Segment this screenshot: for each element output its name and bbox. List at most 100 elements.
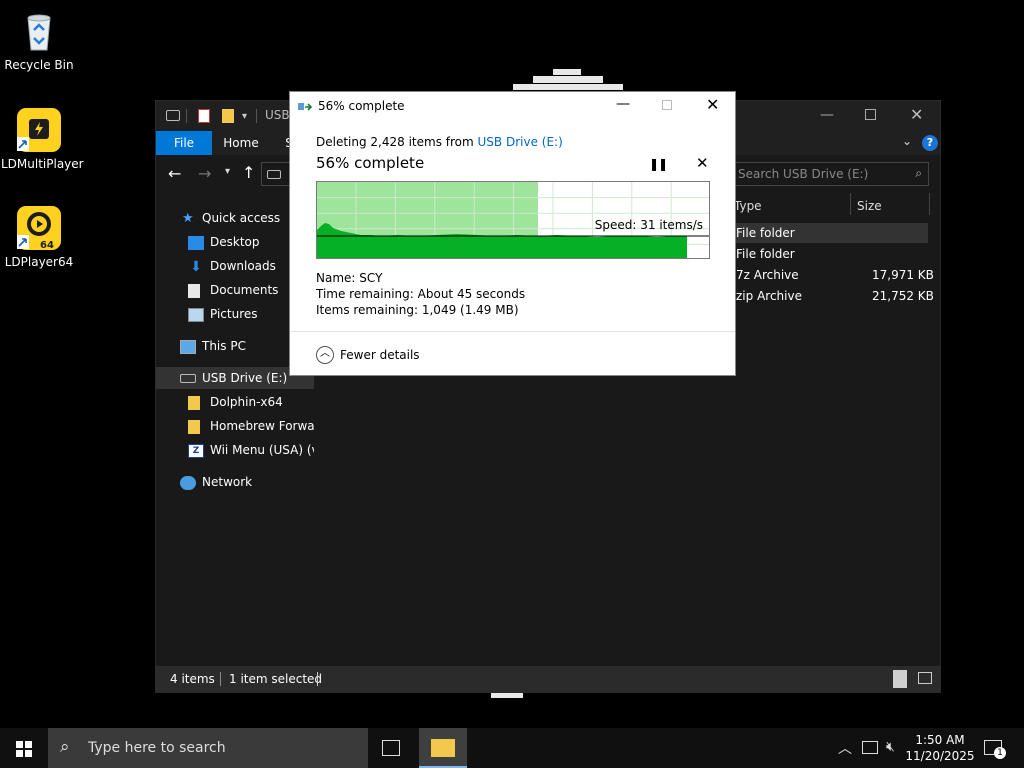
drive-icon <box>267 170 281 179</box>
table-cell-type: 7z Archive <box>736 268 799 282</box>
large-icons-view-icon[interactable] <box>918 672 932 684</box>
minimize-button[interactable]: — <box>616 96 630 112</box>
dialog-title-bar[interactable]: 56% complete — ✕ <box>290 92 735 122</box>
taskbar: ⌕ Type here to search ︿ 🔇︎ 1:50 AM 11/20… <box>0 728 1024 768</box>
nav-item-dolphin[interactable]: Dolphin-x64 <box>188 391 283 413</box>
taskbar-search-box[interactable]: ⌕ Type here to search <box>48 728 368 768</box>
desktop-folder-icon <box>188 235 204 250</box>
items-remaining-value: 1,049 (1.49 MB) <box>421 303 519 317</box>
usb-drive-icon <box>180 374 196 383</box>
maximize-button[interactable] <box>865 109 876 120</box>
maximize-button[interactable] <box>662 100 672 110</box>
show-hidden-icons-chevron-icon[interactable]: ︿ <box>838 738 852 758</box>
nav-label: Homebrew Forwarc <box>210 419 314 433</box>
search-icon: ⌕ <box>915 166 922 180</box>
delete-progress-dialog[interactable]: 56% complete — ✕ Deleting 2,428 items fr… <box>289 91 736 376</box>
close-button[interactable]: ✕ <box>910 105 923 124</box>
table-cell-type: File folder <box>736 247 795 261</box>
taskbar-search-placeholder: Type here to search <box>88 740 226 756</box>
file-operation-icon <box>298 101 313 113</box>
column-divider <box>850 193 851 215</box>
nav-item-documents[interactable]: Documents <box>188 279 278 301</box>
recycle-bin-icon <box>16 8 62 54</box>
help-icon[interactable]: ? <box>922 135 938 151</box>
drive-icon <box>166 110 180 121</box>
address-bar[interactable] <box>261 162 291 186</box>
nav-item-pictures[interactable]: Pictures <box>188 303 258 325</box>
column-header-size[interactable]: Size <box>857 199 882 213</box>
nav-label: USB Drive (E:) <box>202 371 288 385</box>
separator <box>220 672 221 686</box>
search-placeholder: Search USB Drive (E:) <box>738 167 869 181</box>
windows-start-icon[interactable] <box>16 741 32 757</box>
nav-item-downloads[interactable]: ⬇ Downloads <box>188 255 276 277</box>
pause-button[interactable]: ❚❚ <box>649 157 668 171</box>
items-remaining-label: Items remaining: <box>316 303 419 317</box>
back-arrow-icon[interactable]: ← <box>168 164 181 183</box>
tab-home[interactable]: Home <box>216 131 266 155</box>
pictures-icon <box>188 307 204 322</box>
task-view-icon[interactable] <box>382 740 400 756</box>
table-cell-size: 21,752 KB <box>872 289 934 303</box>
desktop-icon-ldmultiplayer[interactable]: LDMultiPlayer <box>1 107 84 171</box>
items-remaining-row: Items remaining: 1,049 (1.49 MB) <box>316 303 519 317</box>
nav-label: Downloads <box>210 259 276 273</box>
ribbon-expand-icon[interactable]: ⌄ <box>902 134 912 148</box>
qat-dropdown-icon[interactable]: ▾ <box>242 111 247 122</box>
folder-icon <box>431 739 455 757</box>
search-input[interactable]: Search USB Drive (E:) ⌕ <box>733 162 929 186</box>
chevron-up-icon[interactable]: ︿ <box>316 346 334 364</box>
nav-label: Wii Menu (USA) (v4 <box>210 443 314 457</box>
ldplayer64-icon: 64 <box>16 205 62 251</box>
clock-date[interactable]: 11/20/2025 <box>905 749 975 763</box>
zip-icon: Z <box>188 443 204 458</box>
minimize-button[interactable]: — <box>820 107 834 123</box>
nav-item-this-pc[interactable]: This PC <box>180 335 246 357</box>
table-cell-size: 17,971 KB <box>872 268 934 282</box>
nav-item-usb-drive[interactable]: USB Drive (E:) <box>180 367 287 389</box>
separator <box>317 672 318 686</box>
clock-time[interactable]: 1:50 AM <box>905 733 975 747</box>
notification-center-icon[interactable]: 1 <box>984 740 1006 759</box>
cancel-button[interactable]: ✕ <box>696 154 709 172</box>
network-status-icon[interactable] <box>862 741 878 754</box>
status-selected: 1 item selected <box>229 672 323 686</box>
nav-item-network[interactable]: Network <box>180 471 252 493</box>
status-bar: 4 items 1 item selected <box>156 666 940 692</box>
deleting-summary: Deleting 2,428 items from USB Drive (E:) <box>316 135 563 149</box>
nav-item-homebrew[interactable]: Homebrew Forwarc <box>188 415 314 437</box>
name-label: Name: <box>316 271 356 285</box>
properties-icon[interactable] <box>198 109 210 123</box>
time-remaining-row: Time remaining: About 45 seconds <box>316 287 525 301</box>
nav-item-desktop[interactable]: Desktop <box>188 231 260 253</box>
up-arrow-icon[interactable]: ↑ <box>242 163 255 182</box>
source-drive-link[interactable]: USB Drive (E:) <box>478 135 563 149</box>
status-item-count: 4 items <box>170 672 215 686</box>
deleting-text: Deleting 2,428 items from <box>316 135 478 149</box>
nav-item-wii-menu[interactable]: Z Wii Menu (USA) (v4 <box>188 439 314 461</box>
divider <box>290 331 735 332</box>
network-icon <box>180 475 196 490</box>
tab-file[interactable]: File <box>156 131 212 155</box>
details-view-icon[interactable] <box>893 670 907 688</box>
volume-muted-icon[interactable]: 🔇︎ <box>886 739 895 755</box>
file-explorer-taskbar-button[interactable] <box>419 728 467 768</box>
ldmultiplayer-icon <box>16 107 62 153</box>
fewer-details-button[interactable]: Fewer details <box>340 348 420 362</box>
nav-label: Pictures <box>210 307 258 321</box>
column-divider <box>929 193 930 215</box>
search-icon: ⌕ <box>60 737 70 757</box>
recent-locations-icon[interactable]: ▾ <box>225 166 230 177</box>
time-remaining-label: Time remaining: <box>316 287 414 301</box>
nav-item-quick-access[interactable]: ★ Quick access <box>182 207 280 229</box>
desktop-icon-ldplayer64[interactable]: 64 LDPlayer64 <box>1 205 77 269</box>
explorer-title: USB <box>265 108 290 122</box>
desktop-icon-recycle-bin[interactable]: Recycle Bin <box>1 8 77 72</box>
pixel-artifact <box>553 69 581 75</box>
desktop-icon-label: Recycle Bin <box>4 58 74 72</box>
separator <box>186 109 187 123</box>
forward-arrow-icon[interactable]: → <box>198 164 211 183</box>
close-button[interactable]: ✕ <box>706 95 719 114</box>
column-header-type[interactable]: Type <box>734 199 762 213</box>
new-folder-icon[interactable] <box>222 109 234 123</box>
